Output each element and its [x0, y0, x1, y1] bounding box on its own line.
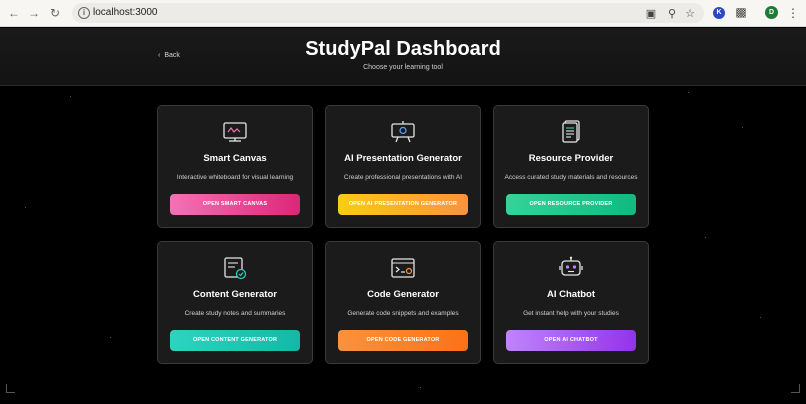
background-star [25, 207, 26, 208]
card-description: Generate code snippets and examples [347, 310, 459, 317]
extensions-puzzle-icon[interactable]: ▩ [734, 5, 748, 19]
card-title: Code Generator [367, 289, 439, 300]
open-ai-presentation-generator-button[interactable]: OPEN AI PRESENTATION GENERATOR [338, 194, 468, 215]
card-title: Resource Provider [528, 153, 614, 164]
card-smart-canvas: Smart Canvas Interactive whiteboard for … [157, 105, 313, 228]
extension-icon[interactable]: K [713, 7, 725, 19]
forward-arrow-icon[interactable]: → [27, 6, 41, 20]
zoom-icon[interactable]: ⚲ [666, 8, 678, 20]
corner-accent [6, 384, 15, 393]
background-star [420, 387, 421, 388]
card-code-generator: Code Generator Generate code snippets an… [325, 241, 481, 364]
document-stack-icon [558, 120, 584, 144]
main-content: Smart Canvas Interactive whiteboard for … [0, 87, 806, 404]
background-star [705, 237, 706, 238]
site-info-icon[interactable]: i [78, 7, 90, 19]
dashboard-header: ‹ Back StudyPal Dashboard Choose your lea… [0, 28, 806, 86]
bookmark-star-icon[interactable]: ☆ [684, 8, 696, 20]
back-arrow-icon[interactable]: ← [7, 6, 21, 20]
projector-icon [390, 120, 416, 144]
card-title: Content Generator [193, 289, 277, 300]
background-star [70, 96, 71, 97]
card-title: Smart Canvas [203, 153, 267, 164]
card-resource-provider: Resource Provider Access curated study m… [493, 105, 649, 228]
install-app-icon[interactable]: ▣ [645, 8, 657, 20]
page-subtitle: Choose your learning tool [363, 64, 443, 71]
card-description: Get instant help with your studies [523, 310, 619, 317]
whiteboard-icon [222, 120, 248, 144]
card-ai-presentation-generator: AI Presentation Generator Create profess… [325, 105, 481, 228]
background-star [110, 337, 111, 338]
profile-avatar[interactable]: D [765, 6, 778, 19]
address-bar[interactable]: i localhost:3000 ▣ ⚲ ☆ [72, 3, 704, 23]
corner-accent [791, 384, 800, 393]
card-title: AI Chatbot [546, 289, 596, 300]
code-window-icon [390, 256, 416, 280]
card-description: Create study notes and summaries [184, 310, 286, 317]
browser-toolbar: ← → ↻ i localhost:3000 ▣ ⚲ ☆ K ▩ D ⋮ [0, 0, 806, 27]
browser-menu-icon[interactable]: ⋮ [787, 6, 799, 20]
background-star [742, 127, 743, 128]
card-title: AI Presentation Generator [344, 153, 462, 164]
open-content-generator-button[interactable]: OPEN CONTENT GENERATOR [170, 330, 300, 351]
background-star [760, 317, 761, 318]
open-smart-canvas-button[interactable]: OPEN SMART CANVAS [170, 194, 300, 215]
url-text[interactable]: localhost:3000 [93, 6, 158, 20]
notes-check-icon [222, 256, 248, 280]
open-ai-chatbot-button[interactable]: OPEN AI CHATBOT [506, 330, 636, 351]
card-description: Create professional presentations with A… [343, 174, 463, 181]
reload-icon[interactable]: ↻ [48, 6, 62, 20]
card-content-generator: Content Generator Create study notes and… [157, 241, 313, 364]
background-star [688, 92, 689, 93]
open-resource-provider-button[interactable]: OPEN RESOURCE PROVIDER [506, 194, 636, 215]
robot-icon [558, 256, 584, 280]
open-code-generator-button[interactable]: OPEN CODE GENERATOR [338, 330, 468, 351]
page-title: StudyPal Dashboard [305, 38, 501, 60]
card-ai-chatbot: AI Chatbot Get instant help with your st… [493, 241, 649, 364]
card-description: Access curated study materials and resou… [504, 174, 638, 181]
card-description: Interactive whiteboard for visual learni… [176, 174, 294, 181]
